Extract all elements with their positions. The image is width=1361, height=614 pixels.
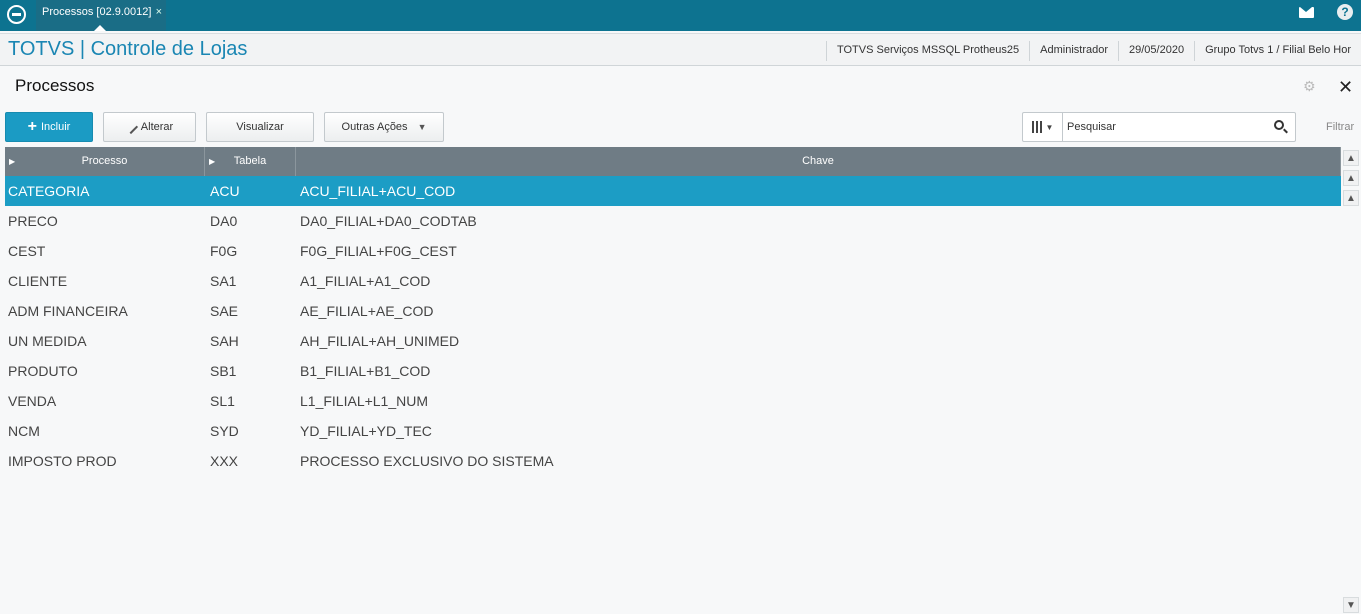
sort-arrow-icon: ▶ [209,157,216,166]
cell-chave: DA0_FILIAL+DA0_CODTAB [300,213,477,229]
cell-processo: VENDA [8,393,57,409]
edit-button[interactable]: Alterar [103,112,196,142]
cell-tabela: SB1 [210,363,237,379]
cell-processo: PRECO [8,213,58,229]
table-row[interactable]: VENDA SL1 L1_FILIAL+L1_NUM [5,386,1341,416]
cell-tabela: SYD [210,423,239,439]
cell-processo: CLIENTE [8,273,68,289]
column-header-chave[interactable]: Chave [296,147,1341,176]
cell-processo: ADM FINANCEIRA [8,303,128,319]
chevron-down-icon: ▼ [417,122,427,132]
cell-tabela: F0G [210,243,238,259]
cell-chave: AE_FILIAL+AE_COD [300,303,434,319]
mail-icon[interactable] [1299,7,1314,18]
search-box: ▼ [1022,112,1296,142]
process-grid: ▶ Processo ▶ Tabela Chave CATEGORIA ACU ACU_… [5,147,1341,476]
table-row[interactable]: UN MEDIDA SAH AH_FILIAL+AH_UNIMED [5,326,1341,356]
user-name: Administrador [1029,41,1118,61]
tab-processos[interactable]: Processos [02.9.0012] × [36,0,166,31]
help-icon[interactable]: ? [1337,4,1353,20]
page-title: Processos [15,76,95,95]
table-row[interactable]: ADM FINANCEIRA SAE AE_FILIAL+AE_COD [5,296,1341,326]
cell-tabela: SAH [210,333,239,349]
cell-processo: IMPOSTO PROD [8,453,117,469]
grid-body: CATEGORIA ACU ACU_FILIAL+ACU_COD PRECO DA0 DA… [5,176,1341,476]
cell-chave: PROCESSO EXCLUSIVO DO SISTEMA [300,453,554,469]
include-label: Incluir [41,121,71,133]
current-date: 29/05/2020 [1118,41,1194,61]
cell-chave: B1_FILIAL+B1_COD [300,363,431,379]
table-row[interactable]: CATEGORIA ACU ACU_FILIAL+ACU_COD [5,176,1341,206]
cell-tabela: SL1 [210,393,235,409]
search-input[interactable] [1067,118,1267,136]
filter-link[interactable]: Filtrar [1326,121,1354,133]
close-icon[interactable]: ✕ [1338,77,1353,98]
cell-processo: PRODUTO [8,363,78,379]
gear-icon[interactable]: ⚙ [1303,79,1317,93]
column-selector-button[interactable]: ▼ [1023,113,1063,141]
view-label: Visualizar [236,121,284,133]
grid-header: ▶ Processo ▶ Tabela Chave [5,147,1341,176]
cell-processo: CATEGORIA [8,183,90,199]
cell-chave: AH_FILIAL+AH_UNIMED [300,333,460,349]
scroll-top-icon[interactable]: ▲ [1343,150,1359,166]
cell-chave: A1_FILIAL+A1_COD [300,273,431,289]
cell-chave: YD_FILIAL+YD_TEC [300,423,432,439]
columns-icon [1031,121,1042,133]
cell-chave: L1_FILIAL+L1_NUM [300,393,429,409]
table-row[interactable]: NCM SYD YD_FILIAL+YD_TEC [5,416,1341,446]
branch-name: Grupo Totvs 1 / Filial Belo Hor [1194,41,1361,61]
pencil-icon [123,119,138,135]
table-row[interactable]: PRODUTO SB1 B1_FILIAL+B1_COD [5,356,1341,386]
cell-tabela: ACU [210,183,240,199]
cell-tabela: SAE [210,303,239,319]
scroll-up-icon[interactable]: ▲ [1343,190,1359,206]
cell-chave: F0G_FILIAL+F0G_CEST [300,243,457,259]
cell-processo: UN MEDIDA [8,333,87,349]
totvs-logo-icon[interactable] [7,5,26,24]
tab-label: Processos [02.9.0012] [42,6,152,18]
scroll-page-up-icon[interactable]: ▲ [1343,170,1359,186]
table-row[interactable]: PRECO DA0 DA0_FILIAL+DA0_CODTAB [5,206,1341,236]
header-info: TOTVS Serviços MSSQL Protheus25 Administ… [825,41,1361,61]
table-row[interactable]: IMPOSTO PROD XXX PROCESSO EXCLUSIVO DO SIS… [5,446,1341,476]
cell-tabela: XXX [210,453,239,469]
top-bar: Processos [02.9.0012] × ? [0,0,1361,31]
table-row[interactable]: CLIENTE SA1 A1_FILIAL+A1_COD [5,266,1341,296]
cell-processo: NCM [8,423,40,439]
scroll-down-icon[interactable]: ▼ [1343,597,1359,613]
column-header-processo[interactable]: ▶ Processo [5,147,205,176]
other-actions-label: Outras Ações [341,121,408,133]
cell-tabela: DA0 [210,213,238,229]
search-icon[interactable] [1274,120,1284,130]
plus-icon: + [27,118,37,135]
cell-processo: CEST [8,243,46,259]
include-button[interactable]: + Incluir [5,112,93,142]
server-name: TOTVS Serviços MSSQL Protheus25 [825,41,1029,61]
column-header-tabela[interactable]: ▶ Tabela [205,147,296,176]
other-actions-button[interactable]: Outras Ações ▼ [324,112,444,142]
cell-tabela: SA1 [210,273,237,289]
sort-arrow-icon: ▶ [9,157,16,166]
edit-label: Alterar [140,121,174,133]
cell-chave: ACU_FILIAL+ACU_COD [300,183,456,199]
app-title: TOTVS | Controle de Lojas [8,38,248,60]
tab-active-indicator [94,25,106,31]
chevron-down-icon: ▼ [1045,122,1054,132]
table-row[interactable]: CEST F0G F0G_FILIAL+F0G_CEST [5,236,1341,266]
view-button[interactable]: Visualizar [206,112,314,142]
tab-close-icon[interactable]: × [156,0,162,24]
app-header: TOTVS | Controle de Lojas TOTVS Serviços… [0,33,1361,66]
